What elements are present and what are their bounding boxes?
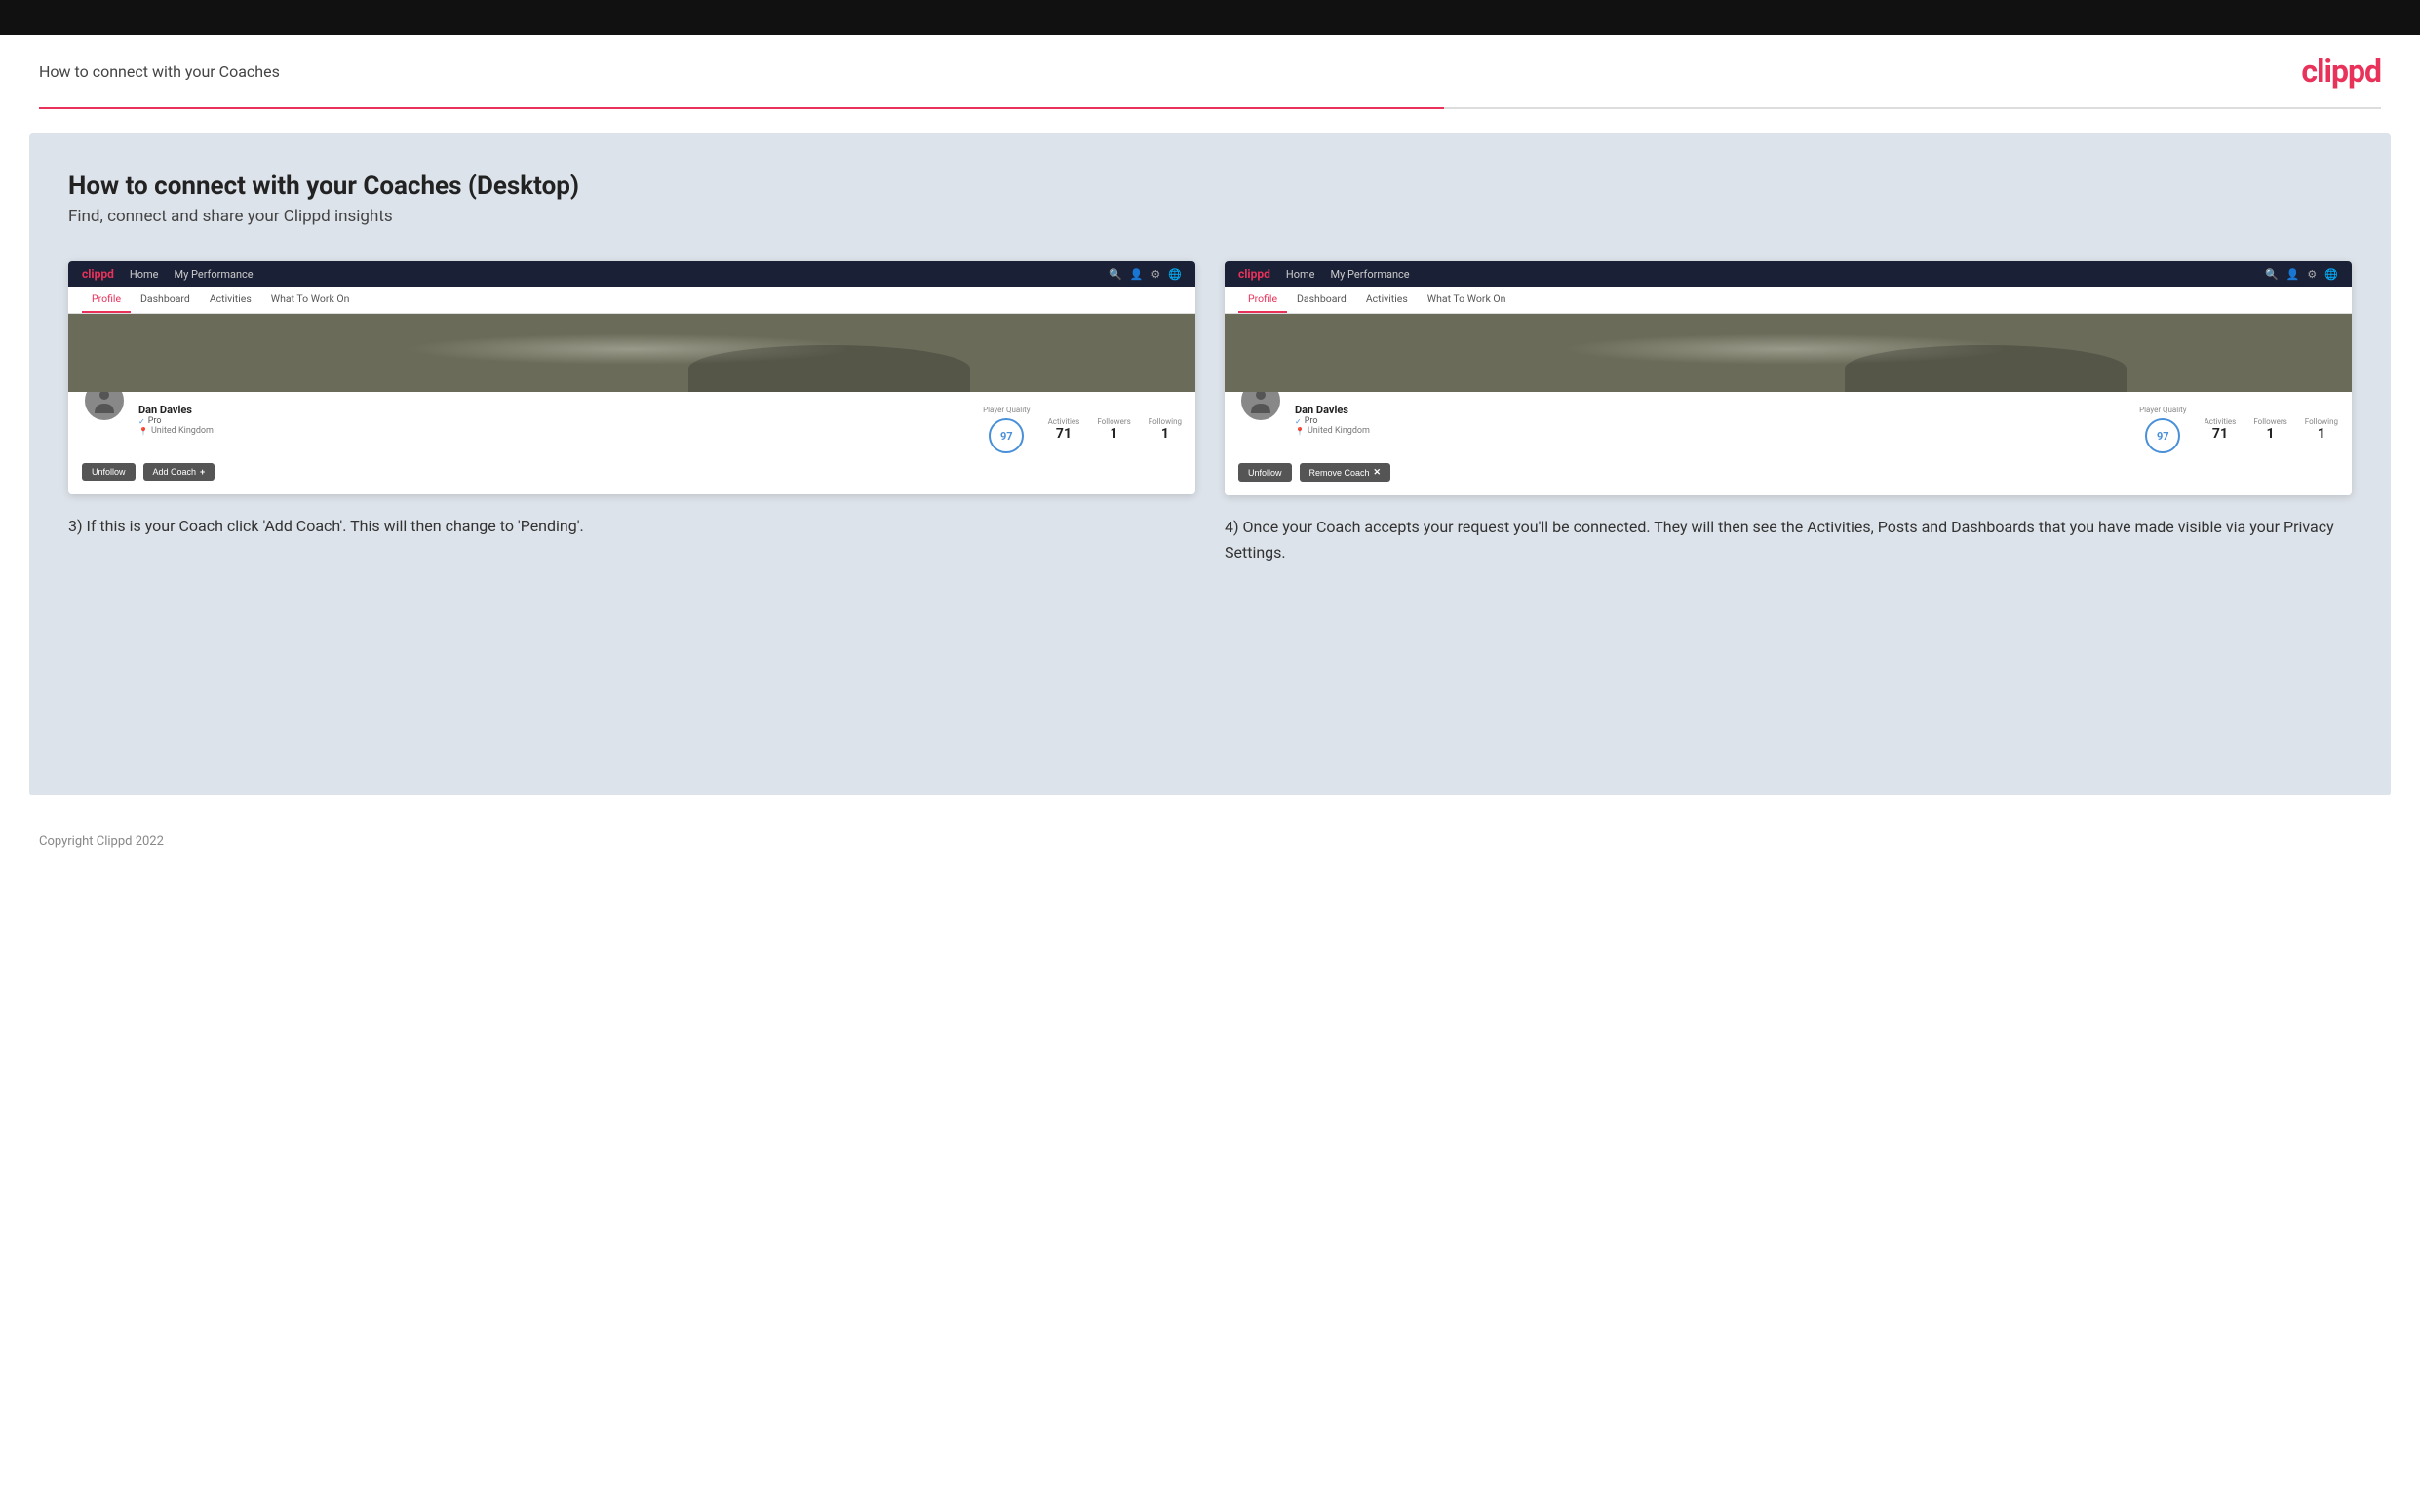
user-name-right: Dan Davies xyxy=(1295,404,2127,416)
quality-wrap-left: Player Quality 97 xyxy=(983,406,1031,453)
close-icon: ✕ xyxy=(1374,467,1382,478)
activities-stat-left: Activities 71 xyxy=(1048,417,1080,442)
screenshot-right: clippd Home My Performance 🔍 👤 ⚙ 🌐 Profi… xyxy=(1225,261,2352,495)
mock-nav-home-right: Home xyxy=(1286,268,1315,281)
globe-icon-right: 🌐 xyxy=(2324,268,2338,281)
stats-row-left: Player Quality 97 Activities 71 Follower… xyxy=(983,406,1182,453)
screenshot-left-col: clippd Home My Performance 🔍 👤 ⚙ 🌐 Profi… xyxy=(68,261,1195,539)
user-role-right: ✓ Pro xyxy=(1295,416,2127,426)
user-info-right: Dan Davies ✓ Pro 📍 United Kingdom xyxy=(1295,400,2127,436)
plus-icon: + xyxy=(200,467,205,477)
tab-profile-left[interactable]: Profile xyxy=(82,287,131,313)
user-role-left: ✓ Pro xyxy=(138,416,971,426)
followers-stat-right: Followers 1 xyxy=(2253,417,2286,442)
page-title: How to connect with your Coaches xyxy=(39,62,280,81)
mock-tabs-right: Profile Dashboard Activities What To Wor… xyxy=(1225,287,2352,314)
following-stat-right: Following 1 xyxy=(2305,417,2338,442)
search-icon-right: 🔍 xyxy=(2265,268,2279,281)
location-icon-left: 📍 xyxy=(138,427,148,436)
tab-dashboard-right[interactable]: Dashboard xyxy=(1287,287,1356,313)
quality-label-left: Player Quality xyxy=(983,406,1031,414)
user-location-left: 📍 United Kingdom xyxy=(138,426,971,436)
mock-nav-left: clippd Home My Performance 🔍 👤 ⚙ 🌐 xyxy=(68,261,1195,287)
mock-nav-icons-right: 🔍 👤 ⚙ 🌐 xyxy=(2265,268,2338,281)
settings-icon-left: ⚙ xyxy=(1151,268,1160,281)
mock-nav-perf-right: My Performance xyxy=(1330,268,1409,281)
mock-profile-row-right: Dan Davies ✓ Pro 📍 United Kingdom xyxy=(1238,400,2338,453)
quality-label-right: Player Quality xyxy=(2139,406,2187,414)
footer: Copyright Clippd 2022 xyxy=(0,819,2420,865)
tab-dashboard-left[interactable]: Dashboard xyxy=(131,287,200,313)
verified-icon-left: ✓ xyxy=(138,417,145,426)
mock-profile-row-left: Dan Davies ✓ Pro 📍 United Kingdom xyxy=(82,400,1182,453)
globe-icon-left: 🌐 xyxy=(1168,268,1182,281)
user-icon-left: 👤 xyxy=(1130,268,1144,281)
quality-wrap-right: Player Quality 97 xyxy=(2139,406,2187,453)
quality-circle-left: 97 xyxy=(989,418,1024,453)
main-heading: How to connect with your Coaches (Deskto… xyxy=(68,172,2352,201)
remove-coach-button[interactable]: Remove Coach ✕ xyxy=(1300,463,1391,482)
unfollow-button-right[interactable]: Unfollow xyxy=(1238,463,1292,482)
clippd-logo: clippd xyxy=(2301,53,2381,90)
screenshot-right-col: clippd Home My Performance 🔍 👤 ⚙ 🌐 Profi… xyxy=(1225,261,2352,564)
add-coach-button[interactable]: Add Coach + xyxy=(143,463,215,481)
mock-nav-right: clippd Home My Performance 🔍 👤 ⚙ 🌐 xyxy=(1225,261,2352,287)
mock-banner-right xyxy=(1225,314,2352,392)
caption-right: 4) Once your Coach accepts your request … xyxy=(1225,515,2352,564)
golf-bg-left xyxy=(68,314,1195,392)
copyright-text: Copyright Clippd 2022 xyxy=(39,834,164,849)
tab-activities-right[interactable]: Activities xyxy=(1356,287,1418,313)
caption-left: 3) If this is your Coach click 'Add Coac… xyxy=(68,514,1195,539)
user-location-right: 📍 United Kingdom xyxy=(1295,426,2127,436)
stats-row-right: Player Quality 97 Activities 71 Follower… xyxy=(2139,406,2338,453)
mock-logo-right: clippd xyxy=(1238,267,1270,281)
followers-stat-left: Followers 1 xyxy=(1097,417,1130,442)
golf-bg-right xyxy=(1225,314,2352,392)
tab-activities-left[interactable]: Activities xyxy=(200,287,261,313)
header-divider xyxy=(39,107,2381,109)
following-stat-left: Following 1 xyxy=(1149,417,1182,442)
mock-profile-right: Dan Davies ✓ Pro 📍 United Kingdom xyxy=(1225,392,2352,495)
mock-tabs-left: Profile Dashboard Activities What To Wor… xyxy=(68,287,1195,314)
user-info-left: Dan Davies ✓ Pro 📍 United Kingdom xyxy=(138,400,971,436)
mock-nav-perf-left: My Performance xyxy=(174,268,253,281)
mock-profile-left: Dan Davies ✓ Pro 📍 United Kingdom xyxy=(68,392,1195,494)
activities-stat-right: Activities 71 xyxy=(2205,417,2237,442)
user-name-left: Dan Davies xyxy=(138,404,971,416)
main-content: How to connect with your Coaches (Deskto… xyxy=(29,133,2391,795)
mock-nav-home-left: Home xyxy=(130,268,159,281)
unfollow-button-left[interactable]: Unfollow xyxy=(82,463,136,481)
screenshots-row: clippd Home My Performance 🔍 👤 ⚙ 🌐 Profi… xyxy=(68,261,2352,564)
screenshot-left: clippd Home My Performance 🔍 👤 ⚙ 🌐 Profi… xyxy=(68,261,1195,494)
tab-whattoworkon-left[interactable]: What To Work On xyxy=(261,287,360,313)
settings-icon-right: ⚙ xyxy=(2307,268,2317,281)
search-icon-left: 🔍 xyxy=(1109,268,1122,281)
top-bar xyxy=(0,0,2420,35)
user-icon-right: 👤 xyxy=(2286,268,2300,281)
mock-banner-left xyxy=(68,314,1195,392)
main-subheading: Find, connect and share your Clippd insi… xyxy=(68,207,2352,226)
buttons-row-right: Unfollow Remove Coach ✕ xyxy=(1238,463,2338,482)
verified-icon-right: ✓ xyxy=(1295,417,1302,426)
location-icon-right: 📍 xyxy=(1295,427,1305,436)
mock-nav-right-left: 🔍 👤 ⚙ 🌐 xyxy=(1109,268,1182,281)
quality-circle-right: 97 xyxy=(2145,418,2180,453)
header: How to connect with your Coaches clippd xyxy=(0,35,2420,107)
tab-whattoworkon-right[interactable]: What To Work On xyxy=(1418,287,1516,313)
tab-profile-right[interactable]: Profile xyxy=(1238,287,1287,313)
buttons-row-left: Unfollow Add Coach + xyxy=(82,463,1182,481)
mock-logo-left: clippd xyxy=(82,267,114,281)
